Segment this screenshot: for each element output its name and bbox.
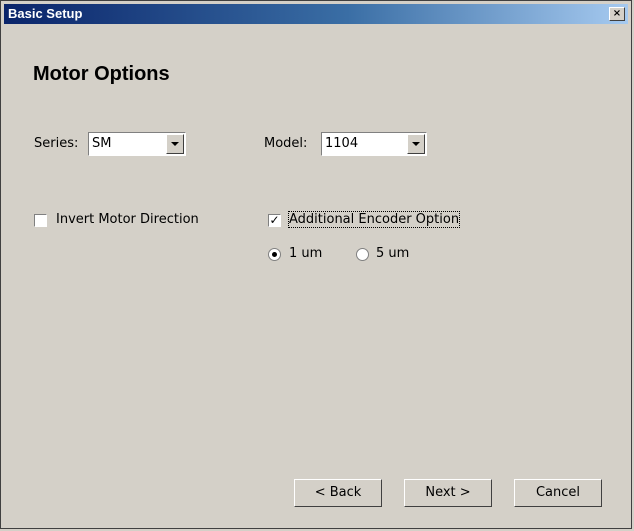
radio-1um-label[interactable]: 1 um bbox=[289, 246, 322, 261]
model-dropdown[interactable]: 1104 bbox=[321, 132, 427, 156]
additional-encoder-label[interactable]: Additional Encoder Option bbox=[287, 211, 461, 228]
checkmark-icon: ✓ bbox=[269, 213, 280, 227]
model-label: Model: bbox=[264, 136, 308, 151]
chevron-down-icon[interactable] bbox=[166, 134, 184, 154]
window-title: Basic Setup bbox=[8, 6, 83, 21]
invert-direction-label[interactable]: Invert Motor Direction bbox=[56, 212, 199, 227]
invert-direction-checkbox[interactable] bbox=[34, 214, 47, 227]
next-button[interactable]: Next > bbox=[404, 479, 492, 507]
radio-1um[interactable] bbox=[268, 248, 281, 261]
close-icon: × bbox=[612, 8, 622, 19]
additional-encoder-checkbox[interactable]: ✓ bbox=[268, 214, 281, 227]
basic-setup-dialog: Basic Setup × Motor Options Series: SM M… bbox=[0, 0, 632, 529]
model-value: 1104 bbox=[325, 136, 359, 151]
title-bar[interactable]: Basic Setup × bbox=[4, 4, 628, 24]
radio-5um-label[interactable]: 5 um bbox=[376, 246, 409, 261]
series-label: Series: bbox=[34, 136, 79, 151]
close-button[interactable]: × bbox=[609, 7, 625, 21]
cancel-button[interactable]: Cancel bbox=[514, 479, 602, 507]
series-dropdown[interactable]: SM bbox=[88, 132, 186, 156]
back-button[interactable]: < Back bbox=[294, 479, 382, 507]
page-heading: Motor Options bbox=[33, 63, 170, 85]
chevron-down-icon[interactable] bbox=[407, 134, 425, 154]
series-value: SM bbox=[92, 136, 112, 151]
radio-5um[interactable] bbox=[356, 248, 369, 261]
